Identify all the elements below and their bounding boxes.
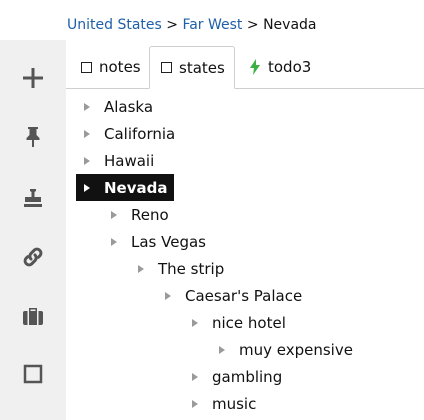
plus-icon[interactable] (21, 66, 45, 90)
caret-right-icon[interactable] (84, 102, 90, 111)
tree-item[interactable]: Alaska (82, 93, 153, 120)
tree-item[interactable]: gambling (190, 363, 282, 390)
tab-states[interactable]: states (149, 46, 235, 89)
square-icon (81, 61, 92, 73)
stamp-icon[interactable] (21, 186, 45, 210)
caret-right-icon[interactable] (219, 345, 225, 354)
tree-item[interactable]: Reno (109, 201, 169, 228)
briefcase-icon[interactable] (21, 304, 45, 328)
tree-item-label: Hawaii (104, 151, 155, 170)
tree-item[interactable]: Hawaii (82, 147, 154, 174)
tab-notes[interactable]: notes (81, 46, 141, 88)
tree-item[interactable]: Nevada (76, 174, 174, 201)
bolt-icon (249, 59, 261, 75)
breadcrumb-link-united-states[interactable]: United States (67, 17, 162, 33)
tree-item[interactable]: Las Vegas (109, 228, 206, 255)
caret-right-icon[interactable] (84, 183, 90, 192)
tree-item-label: Nevada (104, 178, 168, 197)
tree-item-label: The strip (158, 259, 225, 278)
pin-icon[interactable] (21, 125, 45, 149)
tree-item-label: Alaska (104, 97, 154, 116)
caret-right-icon[interactable] (165, 291, 171, 300)
breadcrumb: United States > Far West > Nevada (67, 15, 317, 35)
tab-label: notes (99, 58, 141, 76)
tree-item-label: muy expensive (239, 340, 353, 359)
breadcrumb-link-far-west[interactable]: Far West (182, 17, 242, 33)
tree-item[interactable]: music (190, 390, 256, 417)
tree-item-label: nice hotel (212, 313, 286, 332)
tree-item-label: Caesar's Palace (185, 286, 303, 305)
tree-item-label: gambling (212, 367, 283, 386)
tree-item-label: Reno (131, 205, 169, 224)
caret-right-icon[interactable] (192, 318, 198, 327)
tree-item-label: music (212, 394, 257, 413)
tree-item[interactable]: Caesar's Palace (163, 282, 302, 309)
breadcrumb-current: Nevada (263, 17, 317, 33)
caret-right-icon[interactable] (192, 372, 198, 381)
sidebar (0, 40, 66, 420)
caret-right-icon[interactable] (111, 210, 117, 219)
tab-label: states (179, 58, 225, 77)
breadcrumb-separator: > (166, 17, 178, 33)
tab-todo3[interactable]: todo3 (249, 46, 311, 88)
tree-item-label: Las Vegas (131, 232, 206, 251)
caret-right-icon[interactable] (138, 264, 144, 273)
caret-right-icon[interactable] (111, 237, 117, 246)
link-icon[interactable] (21, 245, 45, 269)
caret-right-icon[interactable] (84, 129, 90, 138)
square-icon[interactable] (21, 362, 45, 386)
caret-right-icon[interactable] (192, 399, 198, 408)
outline-tree: Alaska California Hawaii Nevada Reno Las Vega… (66, 89, 424, 420)
breadcrumb-separator: > (246, 17, 259, 33)
tree-item-label: California (104, 124, 176, 143)
tree-item[interactable]: California (82, 120, 175, 147)
tab-bar: notes states todo3 (66, 40, 424, 89)
tree-item[interactable]: muy expensive (217, 336, 353, 363)
caret-right-icon[interactable] (84, 156, 90, 165)
tab-label: todo3 (268, 58, 312, 76)
tree-item[interactable]: The strip (136, 255, 224, 282)
tree-item[interactable]: nice hotel (190, 309, 286, 336)
app-window: United States > Far West > Nevada notes (0, 0, 424, 420)
square-icon (161, 62, 172, 73)
